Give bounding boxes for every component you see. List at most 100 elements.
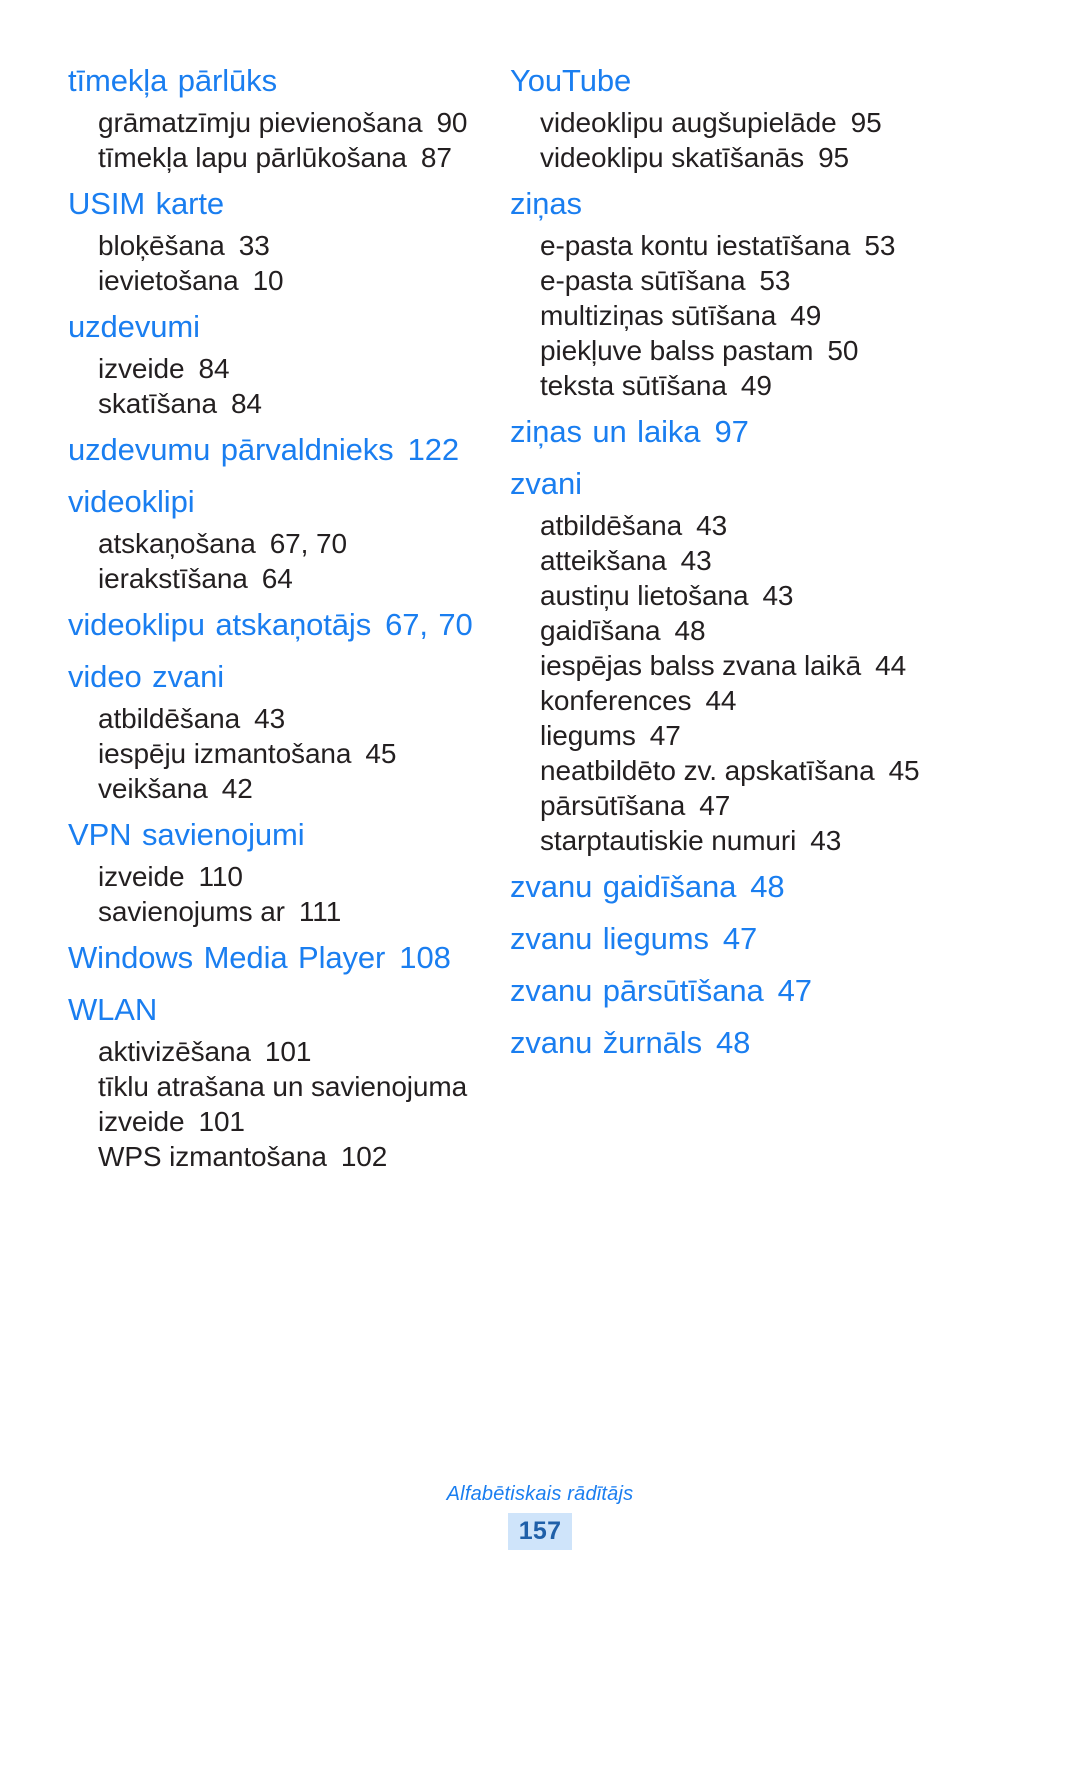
index-sub-entry-list: atbildēšana 43 atteikšana 43 austiņu lietoša… — [510, 508, 930, 858]
index-sub-entry[interactable]: skatīšana 84 — [68, 386, 488, 421]
index-sub-entry-label: izveide — [98, 353, 185, 384]
page-number-badge: 157 — [507, 1513, 573, 1550]
index-sub-entry-page-number: 45 — [365, 738, 397, 769]
index-heading[interactable]: tīmekļa pārlūks — [68, 58, 488, 104]
index-sub-entry-label: e-pasta kontu iestatīšana — [540, 230, 851, 261]
index-sub-entry[interactable]: ierakstīšana 64 — [68, 561, 488, 596]
index-sub-entry-label: atteikšana — [540, 545, 667, 576]
index-sub-entry[interactable]: neatbildēto zv. apskatīšana 45 — [510, 753, 930, 788]
index-sub-entry[interactable]: bloķēšana 33 — [68, 228, 488, 263]
index-heading-page-number: 122 — [407, 432, 460, 467]
index-sub-entry[interactable]: iespējas balss zvana laikā 44 — [510, 648, 930, 683]
index-heading[interactable]: ziņas — [510, 181, 930, 227]
index-group: zvanu liegums 47 — [510, 916, 930, 962]
index-heading[interactable]: uzdevumi — [68, 304, 488, 350]
index-heading[interactable]: uzdevumu pārvaldnieks 122 — [68, 427, 488, 473]
index-sub-entry-page-number: 44 — [705, 685, 737, 716]
index-sub-entry-page-number: 84 — [198, 353, 230, 384]
index-heading-page-number: 47 — [722, 921, 758, 956]
index-sub-entry-label: skatīšana — [98, 388, 217, 419]
index-sub-entry[interactable]: veikšana 42 — [68, 771, 488, 806]
index-heading[interactable]: video zvani — [68, 654, 488, 700]
index-sub-entry-label: ievietošana — [98, 265, 239, 296]
index-sub-entry[interactable]: e-pasta sūtīšana 53 — [510, 263, 930, 298]
index-sub-entry[interactable]: izveide 84 — [68, 351, 488, 386]
index-sub-entry-page-number: 45 — [888, 755, 920, 786]
index-sub-entry[interactable]: atbildēšana 43 — [68, 701, 488, 736]
index-sub-entry[interactable]: WPS izmantošana 102 — [68, 1139, 488, 1174]
index-group: USIM karte bloķēšana 33 ievietošana 10 — [68, 181, 488, 298]
index-sub-entry-page-number: 101 — [264, 1036, 312, 1067]
index-heading[interactable]: videoklipi — [68, 479, 488, 525]
index-heading[interactable]: ziņas un laika 97 — [510, 409, 930, 455]
index-group: YouTube videoklipu augšupielāde 95 videokli… — [510, 58, 930, 175]
index-sub-entry-list: izveide 84 skatīšana 84 — [68, 351, 488, 421]
index-sub-entry-page-number: 43 — [810, 825, 842, 856]
index-heading-label: videoklipu atskaņotājs — [68, 607, 372, 642]
index-group: videoklipu atskaņotājs 67, 70 — [68, 602, 488, 648]
index-group: videoklipi atskaņošana 67, 70 ierakstīšana 6… — [68, 479, 488, 596]
index-sub-entry[interactable]: pārsūtīšana 47 — [510, 788, 930, 823]
left-column: tīmekļa pārlūks grāmatzīmju pievienošana 9… — [68, 58, 488, 1174]
index-sub-entry[interactable]: konferences 44 — [510, 683, 930, 718]
footer-section-label: Alfabētiskais rādītājs — [446, 1483, 634, 1505]
index-sub-entry[interactable]: austiņu lietošana 43 — [510, 578, 930, 613]
index-sub-entry[interactable]: atskaņošana 67, 70 — [68, 526, 488, 561]
index-sub-entry[interactable]: ievietošana 10 — [68, 263, 488, 298]
index-sub-entry[interactable]: izveide 110 — [68, 859, 488, 894]
index-sub-entry-label: WPS izmantošana — [98, 1141, 327, 1172]
index-sub-entry-page-number: 64 — [261, 563, 293, 594]
index-sub-entry-page-number: 53 — [759, 265, 791, 296]
index-group: video zvani atbildēšana 43 iespēju izmantoš… — [68, 654, 488, 806]
index-heading[interactable]: USIM karte — [68, 181, 488, 227]
index-sub-entry[interactable]: videoklipu augšupielāde 95 — [510, 105, 930, 140]
index-heading[interactable]: Windows Media Player 108 — [68, 935, 488, 981]
index-heading[interactable]: zvanu gaidīšana 48 — [510, 864, 930, 910]
index-sub-entry[interactable]: atteikšana 43 — [510, 543, 930, 578]
index-heading[interactable]: YouTube — [510, 58, 930, 104]
index-sub-entry[interactable]: videoklipu skatīšanās 95 — [510, 140, 930, 175]
index-sub-entry[interactable]: piekļuve balss pastam 50 — [510, 333, 930, 368]
index-sub-entry-page-number: 49 — [790, 300, 822, 331]
index-sub-entry[interactable]: iespēju izmantošana 45 — [68, 736, 488, 771]
index-sub-entry[interactable]: gaidīšana 48 — [510, 613, 930, 648]
index-heading-label: uzdevumi — [68, 309, 200, 344]
index-heading[interactable]: WLAN — [68, 987, 488, 1033]
index-sub-entry-list: atskaņošana 67, 70 ierakstīšana 64 — [68, 526, 488, 596]
page-footer: Alfabētiskais rādītājs 157 — [0, 1481, 1080, 1550]
index-heading[interactable]: VPN savienojumi — [68, 812, 488, 858]
index-sub-entry-label: starptautiskie numuri — [540, 825, 797, 856]
index-sub-entry-list: videoklipu augšupielāde 95 videoklipu skat… — [510, 105, 930, 175]
index-sub-entry[interactable]: teksta sūtīšana 49 — [510, 368, 930, 403]
index-sub-entry[interactable]: liegums 47 — [510, 718, 930, 753]
index-sub-entry-label: multiziņas sūtīšana — [540, 300, 777, 331]
index-heading-label: ziņas un laika — [510, 414, 701, 449]
index-sub-entry[interactable]: savienojums ar 111 — [68, 894, 488, 929]
index-heading-label: zvani — [510, 466, 582, 501]
index-heading[interactable]: zvanu liegums 47 — [510, 916, 930, 962]
index-sub-entry[interactable]: aktivizēšana 101 — [68, 1034, 488, 1069]
index-sub-entry[interactable]: atbildēšana 43 — [510, 508, 930, 543]
index-heading-label: YouTube — [510, 63, 632, 98]
index-heading[interactable]: videoklipu atskaņotājs 67, 70 — [68, 602, 488, 648]
index-sub-entry[interactable]: grāmatzīmju pievienošana 90 — [68, 105, 488, 140]
index-heading-label: uzdevumu pārvaldnieks — [68, 432, 394, 467]
index-group: zvani atbildēšana 43 atteikšana 43 austiņu li… — [510, 461, 930, 858]
index-sub-entry-label: pārsūtīšana — [540, 790, 686, 821]
index-sub-entry-label: bloķēšana — [98, 230, 225, 261]
index-sub-entry[interactable]: tīmekļa lapu pārlūkošana 87 — [68, 140, 488, 175]
index-heading-page-number: 97 — [714, 414, 749, 449]
index-sub-entry-label: veikšana — [98, 773, 208, 804]
index-heading[interactable]: zvanu pārsūtīšana 47 — [510, 968, 930, 1014]
index-sub-entry-label: aktivizēšana — [98, 1036, 251, 1067]
index-heading[interactable]: zvani — [510, 461, 930, 507]
index-sub-entry[interactable]: tīklu atrašana un savienojuma izveide 101 — [68, 1069, 488, 1139]
index-sub-entry[interactable]: multiziņas sūtīšana 49 — [510, 298, 930, 333]
index-group: tīmekļa pārlūks grāmatzīmju pievienošana 9… — [68, 58, 488, 175]
index-heading[interactable]: zvanu žurnāls 48 — [510, 1020, 930, 1066]
index-heading-page-number: 47 — [777, 973, 812, 1008]
index-sub-entry-list: e-pasta kontu iestatīšana 53 e-pasta sūtīš… — [510, 228, 930, 403]
index-group: zvanu gaidīšana 48 — [510, 864, 930, 910]
index-sub-entry[interactable]: e-pasta kontu iestatīšana 53 — [510, 228, 930, 263]
index-sub-entry[interactable]: starptautiskie numuri 43 — [510, 823, 930, 858]
